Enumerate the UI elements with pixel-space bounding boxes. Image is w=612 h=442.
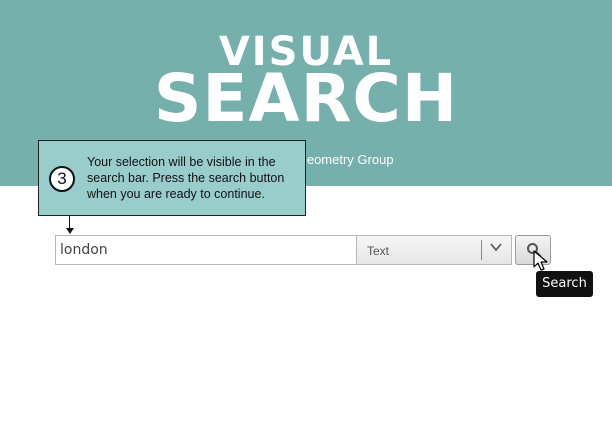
chevron-down-icon (490, 243, 502, 252)
callout-pointer-arrowhead (66, 228, 74, 234)
step-number-badge: 3 (49, 166, 75, 192)
search-tooltip: Search (536, 271, 593, 297)
search-type-select[interactable]: Text (356, 235, 512, 265)
tutorial-callout: 3 Your selection will be visible in the … (38, 140, 306, 216)
callout-text: Your selection will be visible in the se… (87, 155, 285, 201)
mouse-pointer-icon (533, 250, 548, 271)
logo-title-search: SEARCH (153, 60, 459, 137)
select-divider (481, 240, 482, 260)
search-type-selected-value: Text (367, 244, 390, 258)
search-input[interactable] (55, 235, 357, 265)
